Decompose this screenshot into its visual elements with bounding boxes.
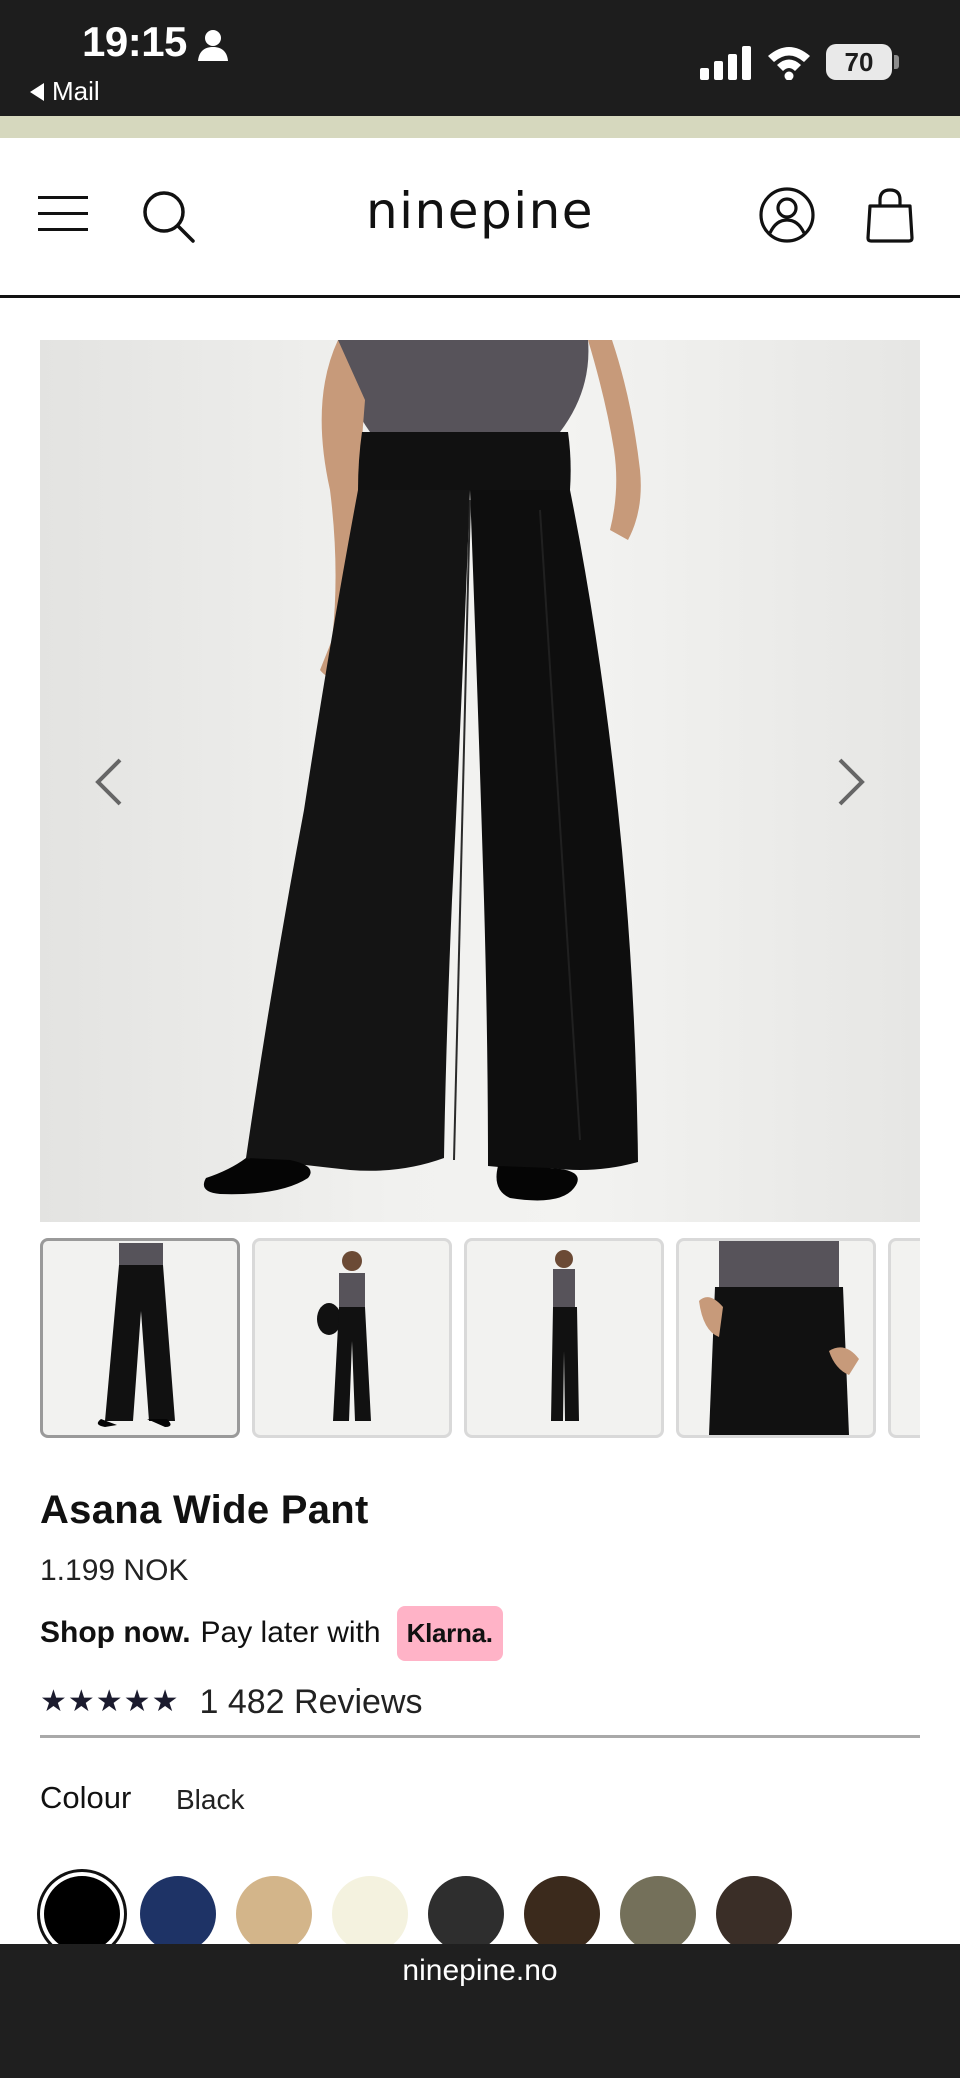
colour-swatch-black[interactable] bbox=[44, 1876, 120, 1952]
review-count[interactable]: 1 482 Reviews bbox=[199, 1682, 422, 1722]
star-rating-icon: ★★★★★ bbox=[40, 1685, 180, 1718]
thumbnail-front-image bbox=[97, 1243, 175, 1427]
product-main-image[interactable] bbox=[40, 340, 920, 1222]
colour-value: Black bbox=[176, 1784, 245, 1815]
product-title: Asana Wide Pant bbox=[40, 1488, 369, 1532]
menu-icon[interactable] bbox=[38, 194, 88, 234]
cellular-signal-icon bbox=[700, 46, 751, 80]
thumbnail-waist-detail[interactable] bbox=[676, 1238, 876, 1438]
klarna-text: Pay later with bbox=[200, 1616, 381, 1649]
cart-icon[interactable] bbox=[864, 186, 916, 244]
search-icon[interactable] bbox=[140, 188, 196, 244]
wifi-icon bbox=[768, 47, 810, 80]
colour-swatch-dark-brown[interactable] bbox=[716, 1876, 792, 1952]
thumbnail-back-image bbox=[551, 1250, 579, 1421]
colour-swatch-cream[interactable] bbox=[332, 1876, 408, 1952]
status-bar: 19:15 Mail 70 bbox=[0, 0, 960, 116]
model-illustration bbox=[203, 340, 641, 1201]
thumbnail-front[interactable] bbox=[40, 1238, 240, 1438]
site-logo[interactable]: ninepine bbox=[300, 182, 660, 240]
back-app-label: Mail bbox=[52, 76, 100, 106]
klarna-strong-text: Shop now. bbox=[40, 1616, 191, 1649]
colour-swatch-charcoal[interactable] bbox=[428, 1876, 504, 1952]
colour-swatch-navy[interactable] bbox=[140, 1876, 216, 1952]
announcement-bar[interactable] bbox=[0, 116, 960, 138]
thumbnail-waist-image bbox=[699, 1241, 859, 1435]
klarna-badge[interactable]: Klarna. bbox=[396, 1605, 503, 1661]
browser-url[interactable]: ninepine.no bbox=[0, 1954, 960, 1988]
status-time: 19:15 bbox=[82, 18, 187, 65]
site-header: ninepine bbox=[0, 138, 960, 298]
product-price: 1.199 NOK bbox=[40, 1554, 189, 1587]
colour-swatch-olive[interactable] bbox=[620, 1876, 696, 1952]
colour-swatch-sand[interactable] bbox=[236, 1876, 312, 1952]
thumbnail-back[interactable] bbox=[464, 1238, 664, 1438]
thumbnail-strip bbox=[40, 1238, 920, 1438]
person-icon bbox=[198, 30, 228, 61]
reviews-summary[interactable]: ★★★★★ 1 482 Reviews bbox=[40, 1682, 920, 1738]
battery-nub bbox=[894, 55, 899, 69]
thumbnail-more[interactable] bbox=[888, 1238, 920, 1438]
back-to-mail-link[interactable]: Mail bbox=[30, 76, 100, 107]
chevron-right-icon[interactable] bbox=[830, 756, 870, 808]
klarna-message: Shop now. Pay later with Klarna. bbox=[40, 1604, 503, 1662]
battery-indicator: 70 bbox=[826, 44, 892, 80]
thumbnail-full-look-image bbox=[317, 1251, 371, 1421]
chevron-left-icon[interactable] bbox=[90, 756, 130, 808]
thumbnail-full-look[interactable] bbox=[252, 1238, 452, 1438]
colour-swatch-espresso[interactable] bbox=[524, 1876, 600, 1952]
back-triangle-icon bbox=[30, 82, 44, 101]
colour-label: Colour bbox=[40, 1780, 132, 1815]
browser-bottom-bar: ninepine.no bbox=[0, 1944, 960, 2078]
account-icon[interactable] bbox=[758, 186, 816, 244]
